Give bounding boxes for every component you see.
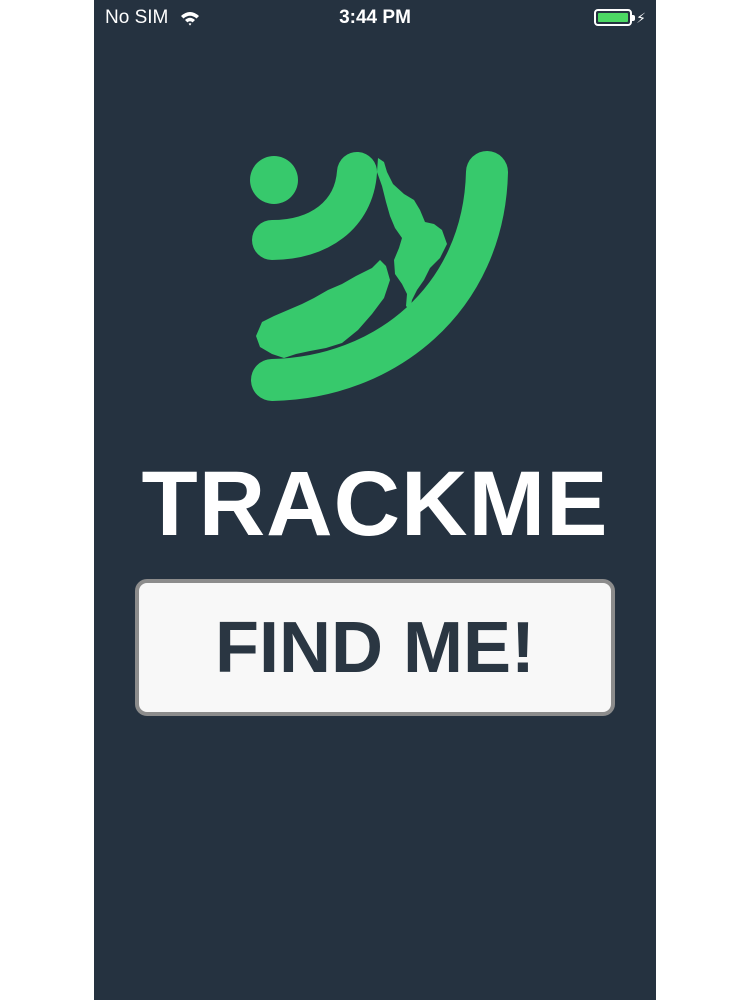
app-name: TRACKME [141, 453, 609, 555]
find-me-button[interactable]: FIND ME! [135, 579, 615, 716]
battery-fill [598, 13, 629, 22]
trackme-signal-logo [250, 151, 508, 401]
status-bar: No SIM 3:44 PM ⚡︎ [94, 0, 656, 36]
battery-icon [594, 9, 636, 26]
clock: 3:44 PM [339, 7, 411, 28]
bolt-icon: ⚡︎ [636, 9, 646, 26]
battery-status: ⚡︎ [594, 9, 646, 26]
find-me-label: FIND ME! [215, 607, 535, 688]
app-screen: No SIM 3:44 PM ⚡︎ TRACKME FIND ME! [94, 0, 656, 1000]
